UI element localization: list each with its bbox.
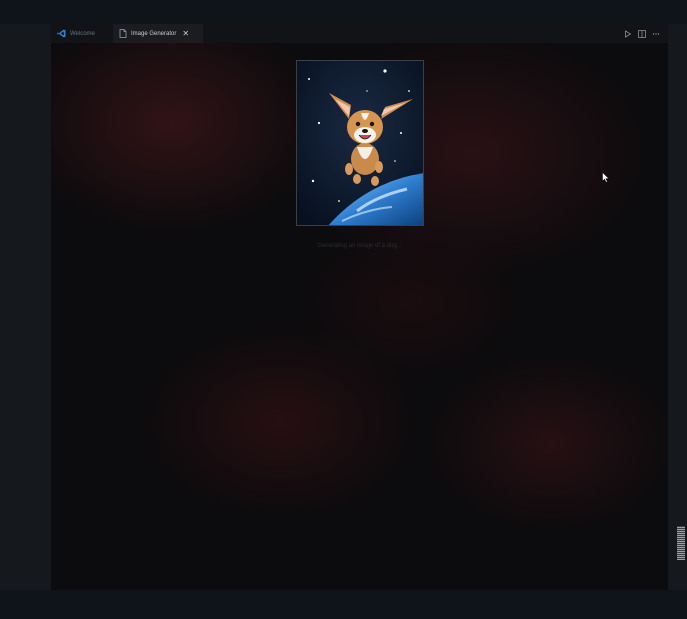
generated-image[interactable] (296, 60, 424, 226)
tab-welcome[interactable]: Welcome (51, 24, 113, 43)
tab-label: Welcome (70, 30, 95, 37)
close-icon[interactable]: ✕ (182, 29, 189, 38)
top-strip (0, 0, 687, 24)
run-icon[interactable] (624, 25, 632, 43)
mouse-cursor-icon (602, 170, 610, 188)
left-gutter (0, 24, 51, 590)
tab-actions (624, 24, 660, 43)
webview-content: Generating an image of a dog... (51, 43, 668, 590)
scrollbar-thumb[interactable] (677, 526, 685, 560)
tab-bar: Welcome Image Generator ✕ (51, 24, 668, 44)
tab-image-generator[interactable]: Image Generator ✕ (113, 24, 203, 43)
screen: Welcome Image Generator ✕ Generating an … (0, 0, 687, 619)
more-actions-icon[interactable] (652, 25, 660, 43)
split-editor-icon[interactable] (638, 25, 646, 43)
right-gutter (668, 24, 687, 590)
status-caption: Generating an image of a dog... (317, 243, 402, 249)
dog-in-space-image (297, 61, 423, 225)
editor-area: Welcome Image Generator ✕ Generating an … (51, 24, 668, 590)
bottom-strip (0, 590, 687, 619)
vscode-logo-icon (57, 29, 66, 38)
file-icon (119, 29, 127, 38)
tab-label: Image Generator (131, 30, 177, 37)
